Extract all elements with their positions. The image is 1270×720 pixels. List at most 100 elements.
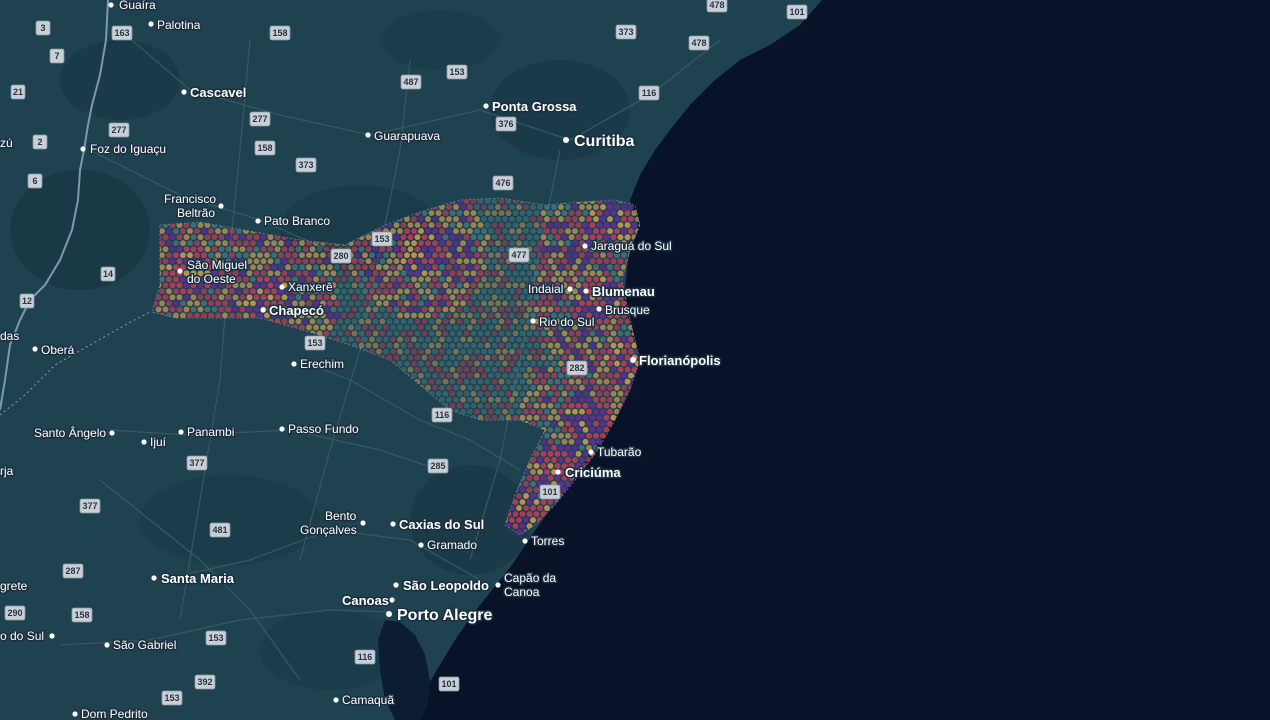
heat-cell xyxy=(309,258,316,265)
city-marker[interactable]: Gramado xyxy=(418,537,479,554)
city-marker[interactable]: Ponta Grossa xyxy=(483,98,579,116)
city-marker[interactable]: Criciúma xyxy=(555,464,623,482)
heat-cell xyxy=(446,288,452,295)
heat-cell xyxy=(435,390,442,397)
heat-cell xyxy=(523,505,529,511)
heat-cell xyxy=(488,312,494,319)
heat-cell xyxy=(477,270,484,277)
heat-cell xyxy=(551,396,557,403)
heat-cell xyxy=(369,264,375,271)
city-marker[interactable]: Tubarão xyxy=(588,444,643,461)
heat-cell xyxy=(407,330,414,337)
city-marker[interactable]: Rio do Sul xyxy=(530,314,596,331)
heat-cell xyxy=(491,306,498,313)
city-marker[interactable]: Panambi xyxy=(178,424,236,441)
heat-cell xyxy=(425,324,431,331)
heat-cell xyxy=(523,360,529,367)
heat-cell xyxy=(460,324,466,331)
heat-cell xyxy=(470,294,477,301)
heat-cell xyxy=(533,402,540,409)
city-marker[interactable]: Jaraguá do Sul xyxy=(582,238,673,255)
city-marker[interactable]: São Gabriel xyxy=(104,637,178,654)
city-marker[interactable]: Camaquã xyxy=(333,692,396,709)
heat-cell xyxy=(495,216,501,223)
heat-cell xyxy=(509,264,515,271)
city-marker[interactable]: Pato Branco xyxy=(255,213,332,230)
heat-cell xyxy=(537,360,543,367)
heat-cell xyxy=(386,282,393,289)
heat-cell xyxy=(351,270,358,277)
heat-cell xyxy=(516,264,522,271)
heat-cell xyxy=(225,306,232,313)
road-shield-label: 116 xyxy=(642,88,657,98)
city-marker[interactable]: Xanxerê xyxy=(279,279,335,296)
heat-cell xyxy=(271,240,277,247)
heat-cell xyxy=(313,264,319,271)
heat-cell xyxy=(253,282,260,289)
heat-cell xyxy=(239,294,246,301)
heat-cell xyxy=(407,222,414,229)
heat-cell xyxy=(463,342,470,349)
heat-cell xyxy=(568,414,575,421)
heat-cell xyxy=(323,246,330,253)
heat-cell xyxy=(582,222,589,229)
heat-cell xyxy=(302,246,309,253)
city-marker[interactable]: Foz do Iguaçu xyxy=(80,141,168,158)
city-marker[interactable]: Brusque xyxy=(596,302,652,319)
city-marker[interactable]: zú xyxy=(0,135,14,152)
city-marker[interactable]: das xyxy=(0,328,21,345)
heat-cell xyxy=(397,240,403,247)
city-marker[interactable]: Guarapuava xyxy=(365,128,442,145)
city-marker[interactable]: Santa Maria xyxy=(151,570,236,588)
city-marker[interactable]: Palotina xyxy=(148,17,202,34)
heat-cell xyxy=(337,282,344,289)
map-canvas[interactable]: 4781013 163 158 373478748715311621277376227… xyxy=(0,0,1270,720)
heat-cell xyxy=(568,402,575,409)
heat-cell xyxy=(614,216,620,223)
heat-cell xyxy=(316,318,323,325)
road-shield-label: 277 xyxy=(252,114,267,124)
city-marker[interactable]: Caxias do Sul xyxy=(390,516,486,534)
heat-cell xyxy=(537,204,543,210)
heat-cell xyxy=(537,505,543,511)
heat-cell xyxy=(488,396,494,403)
heat-cell xyxy=(208,228,214,235)
heat-cell xyxy=(442,354,449,361)
heat-cell xyxy=(477,258,484,265)
city-marker[interactable]: Curitiba xyxy=(563,132,636,152)
heat-cell xyxy=(558,408,564,415)
city-marker[interactable]: Florianópolis xyxy=(630,352,722,370)
heat-cell xyxy=(617,258,624,265)
city-marker[interactable]: Blumenau xyxy=(583,283,656,301)
heat-cell xyxy=(470,258,477,265)
heat-cell xyxy=(568,234,575,241)
city-marker[interactable]: Cascavel xyxy=(181,84,248,102)
heat-cell xyxy=(397,300,403,307)
heat-cell xyxy=(463,378,470,385)
city-marker[interactable]: grete xyxy=(0,578,29,595)
heat-cell xyxy=(568,438,575,445)
heat-cell xyxy=(274,270,281,277)
city-marker[interactable]: Santo Ângelo xyxy=(33,424,115,442)
heat-cell xyxy=(386,258,393,265)
heat-cell xyxy=(516,360,522,367)
city-marker[interactable]: Canoas xyxy=(341,592,395,610)
heat-cell xyxy=(628,336,634,343)
city-marker[interactable]: São Leopoldo xyxy=(393,577,491,595)
heat-cell xyxy=(554,438,561,445)
heat-cell xyxy=(565,456,571,463)
city-label: Palotina xyxy=(157,18,201,32)
city-marker[interactable]: Dom Pedrito xyxy=(72,706,150,720)
heat-cell xyxy=(558,216,564,223)
heat-cell xyxy=(187,288,193,295)
heat-cell xyxy=(484,258,491,265)
city-marker[interactable]: Erechim xyxy=(291,356,346,373)
heat-cell xyxy=(519,487,526,493)
city-marker[interactable]: rja xyxy=(0,463,15,480)
city-marker[interactable]: Passo Fundo xyxy=(279,421,361,438)
city-marker[interactable]: Porto Alegre xyxy=(386,606,494,626)
heat-cell xyxy=(516,396,522,403)
city-marker[interactable]: Chapecó xyxy=(260,302,325,320)
heat-cell xyxy=(530,348,536,355)
heat-cell xyxy=(425,252,431,259)
